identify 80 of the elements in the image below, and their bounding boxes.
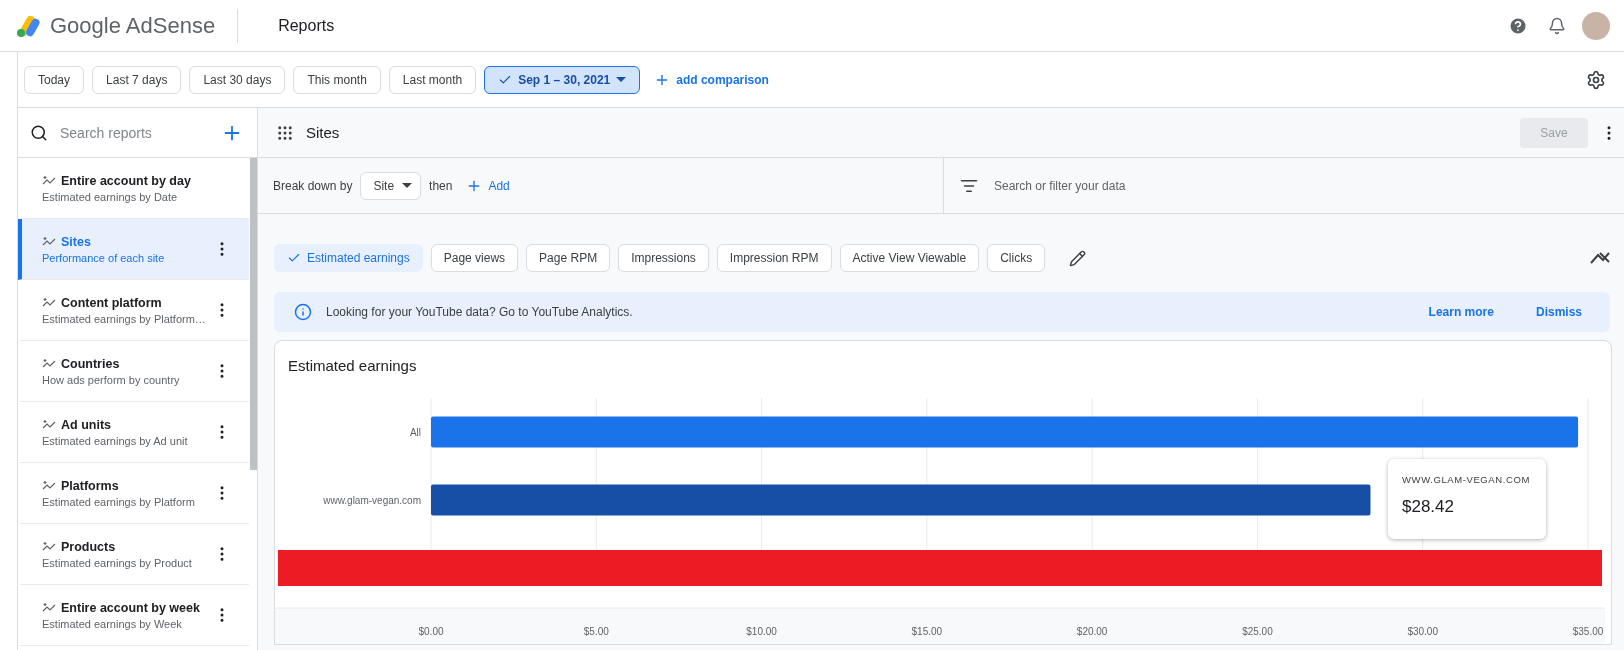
then-label: then bbox=[429, 178, 453, 193]
chart-title: Estimated earnings bbox=[287, 356, 418, 376]
date-range-chip[interactable]: Today bbox=[24, 65, 85, 94]
search-reports-field[interactable]: Search reports bbox=[58, 123, 211, 142]
info-icon bbox=[294, 303, 312, 321]
report-description: Estimated earnings by Ad unit bbox=[42, 434, 189, 447]
trend-line-icon bbox=[42, 540, 56, 553]
report-description: Estimated earnings by Platform bbox=[42, 495, 196, 508]
metric-chip[interactable]: Active View Viewable bbox=[839, 244, 980, 272]
report-description: Performance of each site bbox=[42, 251, 166, 264]
compare-trend-icon[interactable] bbox=[1590, 251, 1610, 265]
report-description: Estimated earnings by Week bbox=[42, 617, 183, 630]
learn-more-link[interactable]: Learn more bbox=[1424, 303, 1498, 321]
report-list-item[interactable]: Ad units Estimated earnings by Ad unit bbox=[18, 402, 249, 463]
metric-chip[interactable]: Page views bbox=[430, 244, 519, 272]
report-title: Entire account by week bbox=[61, 600, 200, 615]
report-title: Entire account by day bbox=[61, 173, 191, 188]
breakdown-select[interactable]: Site bbox=[360, 171, 422, 200]
category-label: All bbox=[409, 427, 421, 438]
axis-tick-label: $15.00 bbox=[911, 626, 943, 637]
report-description: Estimated earnings by Platform… bbox=[42, 312, 207, 325]
trend-line-icon bbox=[42, 418, 56, 431]
report-title: Sites bbox=[61, 234, 91, 249]
caret-icon bbox=[616, 77, 627, 82]
tooltip-value: $28.42 bbox=[1402, 497, 1455, 517]
axis-tick-label: $10.00 bbox=[746, 626, 777, 637]
trend-line-icon bbox=[42, 235, 56, 248]
category-label: www.glam-vegan.com bbox=[323, 495, 421, 506]
caret-icon bbox=[402, 183, 413, 188]
axis-tick-label: $35.00 bbox=[1572, 626, 1604, 637]
report-list-item[interactable]: Sites Performance of each site bbox=[18, 219, 249, 280]
bar[interactable] bbox=[431, 484, 1371, 516]
logo-icon bbox=[16, 13, 42, 38]
date-range-chip[interactable]: Last 30 days bbox=[189, 65, 286, 94]
breakdown-label: Break down by bbox=[273, 178, 353, 193]
page-title: Reports bbox=[278, 16, 335, 35]
trend-line-icon bbox=[42, 174, 56, 187]
scrollbar[interactable] bbox=[250, 158, 257, 470]
report-title: Content platform bbox=[61, 295, 162, 310]
metric-chip[interactable]: Impression RPM bbox=[716, 244, 832, 272]
date-range-chip[interactable]: Last month bbox=[388, 65, 477, 94]
axis-tick-label: $30.00 bbox=[1407, 626, 1438, 637]
trend-line-icon bbox=[42, 296, 56, 309]
report-title: Ad units bbox=[61, 417, 111, 432]
tooltip-title: WWW.GLAM-VEGAN.COM bbox=[1402, 473, 1531, 487]
report-list-item[interactable]: Entire account by week Estimated earnings by Week bbox=[18, 585, 249, 646]
date-range-chip[interactable]: Last 7 days bbox=[92, 65, 182, 94]
report-title: Products bbox=[61, 539, 116, 554]
report-name: Sites bbox=[306, 124, 340, 141]
report-title: Countries bbox=[61, 356, 120, 371]
report-list-item[interactable]: Content platform Estimated earnings by Platform… bbox=[18, 280, 249, 341]
metric-chip[interactable]: Estimated earnings bbox=[274, 244, 423, 272]
report-list-item[interactable]: Platforms Estimated earnings by Platform bbox=[18, 463, 249, 524]
product-name: Google AdSense bbox=[50, 8, 239, 43]
filter-field[interactable]: Search or filter your data bbox=[992, 177, 1624, 194]
metric-chip[interactable]: Page RPM bbox=[526, 244, 611, 272]
report-title: Platforms bbox=[61, 478, 119, 493]
trend-line-icon bbox=[42, 357, 56, 370]
metric-chip[interactable]: Impressions bbox=[618, 244, 709, 272]
search-icon bbox=[30, 123, 48, 142]
trend-line-icon bbox=[42, 601, 56, 614]
check-icon bbox=[287, 251, 301, 265]
report-description: Estimated earnings by Date bbox=[42, 190, 179, 203]
report-description: How ads perform by country bbox=[42, 373, 181, 386]
axis-tick-label: $20.00 bbox=[1076, 626, 1108, 637]
grid-icon bbox=[276, 123, 294, 142]
axis-tick-label: $5.00 bbox=[583, 626, 609, 637]
axis-tick-label: $25.00 bbox=[1242, 626, 1273, 637]
report-list-item[interactable]: Products Estimated earnings by Product bbox=[18, 524, 249, 585]
banner-message: Looking for your YouTube data? Go to YouTube Analytics. bbox=[326, 305, 634, 319]
axis-tick-label: $0.00 bbox=[418, 626, 444, 637]
date-range-chip[interactable]: Sep 1 – 30, 2021 bbox=[484, 65, 641, 94]
trend-line-icon bbox=[42, 479, 56, 492]
metric-chip[interactable]: Clicks bbox=[987, 244, 1046, 272]
add-comparison-link[interactable]: add comparison bbox=[648, 67, 775, 92]
date-range-chip[interactable]: This month bbox=[293, 65, 381, 94]
dismiss-button[interactable]: Dismiss bbox=[1531, 303, 1586, 321]
add-breakdown-link[interactable]: Add bbox=[460, 173, 516, 198]
report-list-item[interactable]: Countries How ads perform by country bbox=[18, 341, 249, 402]
report-description: Estimated earnings by Product bbox=[42, 556, 193, 569]
